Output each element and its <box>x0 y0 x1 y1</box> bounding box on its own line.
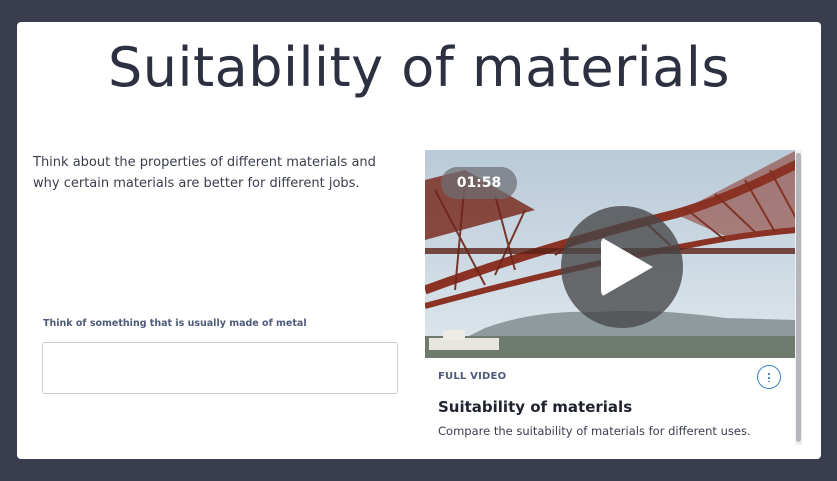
kebab-icon <box>768 372 770 382</box>
question-label: Think of something that is usually made … <box>43 318 307 329</box>
video-card[interactable]: 01:58 FULL VIDEO Suitability of material… <box>425 150 797 445</box>
duration-badge: 01:58 <box>441 167 517 199</box>
play-button[interactable] <box>561 206 683 328</box>
play-icon <box>601 237 653 297</box>
video-title[interactable]: Suitability of materials <box>438 398 632 416</box>
video-description: Compare the suitability of materials for… <box>438 424 751 438</box>
answer-input[interactable] <box>42 342 398 394</box>
page-title: Suitability of materials <box>107 36 731 99</box>
scrollbar-thumb[interactable] <box>796 153 801 442</box>
video-type-tag: FULL VIDEO <box>438 371 507 382</box>
intro-text: Think about the properties of different … <box>33 155 376 191</box>
video-thumbnail[interactable]: 01:58 <box>425 150 797 358</box>
content-card: Suitability of materials Think about the… <box>17 22 821 459</box>
more-options-button[interactable] <box>757 365 781 389</box>
